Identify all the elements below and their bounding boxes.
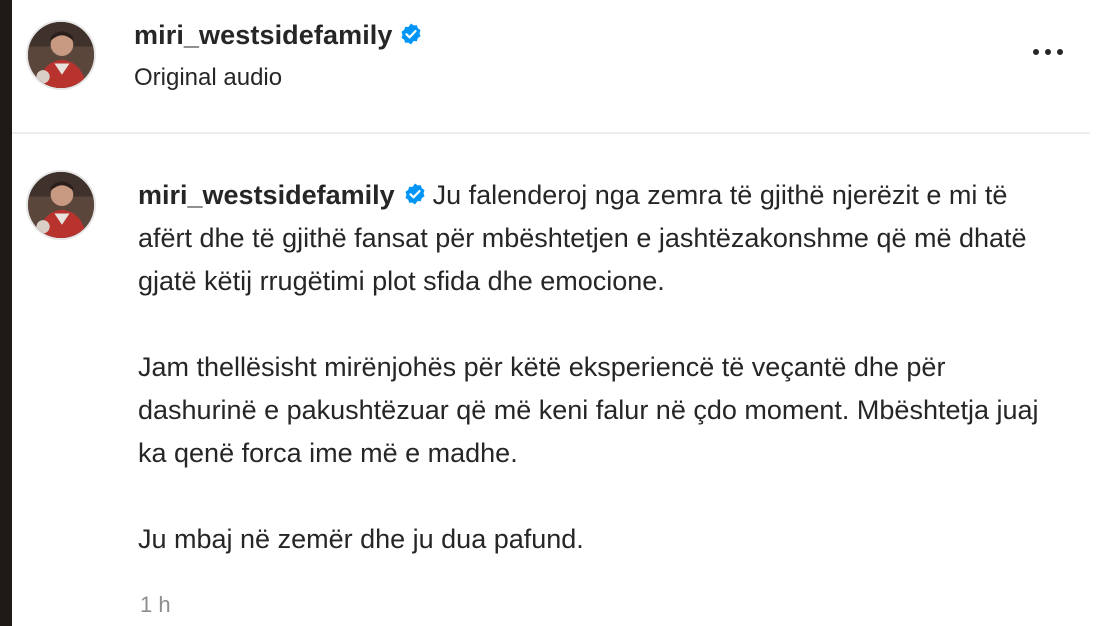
caption-avatar[interactable] bbox=[26, 170, 96, 240]
avatar-photo bbox=[28, 172, 94, 238]
post-header: miri_westsidefamily Original audio bbox=[12, 0, 1090, 134]
more-dot bbox=[1057, 49, 1063, 55]
post-author-row: miri_westsidefamily bbox=[134, 20, 423, 51]
caption-text: miri_westsidefamily Ju falenderoj nga zem… bbox=[138, 174, 1058, 561]
post-author-username[interactable]: miri_westsidefamily bbox=[134, 20, 393, 50]
window-edge bbox=[0, 0, 12, 626]
profile-avatar[interactable] bbox=[26, 20, 96, 90]
caption-username[interactable]: miri_westsidefamily bbox=[138, 180, 395, 210]
avatar-photo bbox=[28, 22, 94, 88]
caption-paragraph-2: Jam thellësisht mirënjohës për këtë eksp… bbox=[138, 352, 1039, 468]
original-audio-link[interactable]: Original audio bbox=[134, 64, 282, 92]
verified-badge-icon bbox=[399, 22, 423, 46]
caption-comment: miri_westsidefamily Ju falenderoj nga zem… bbox=[12, 134, 1090, 626]
more-options-icon[interactable] bbox=[1020, 34, 1076, 70]
more-dot bbox=[1033, 49, 1039, 55]
caption-paragraph: miri_westsidefamily Ju falenderoj nga zem… bbox=[138, 174, 1058, 303]
verified-badge-icon bbox=[403, 182, 427, 206]
caption-paragraph-3: Ju mbaj në zemër dhe ju dua pafund. bbox=[138, 524, 584, 554]
more-dot bbox=[1045, 49, 1051, 55]
caption-timestamp[interactable]: 1 h bbox=[140, 592, 171, 618]
